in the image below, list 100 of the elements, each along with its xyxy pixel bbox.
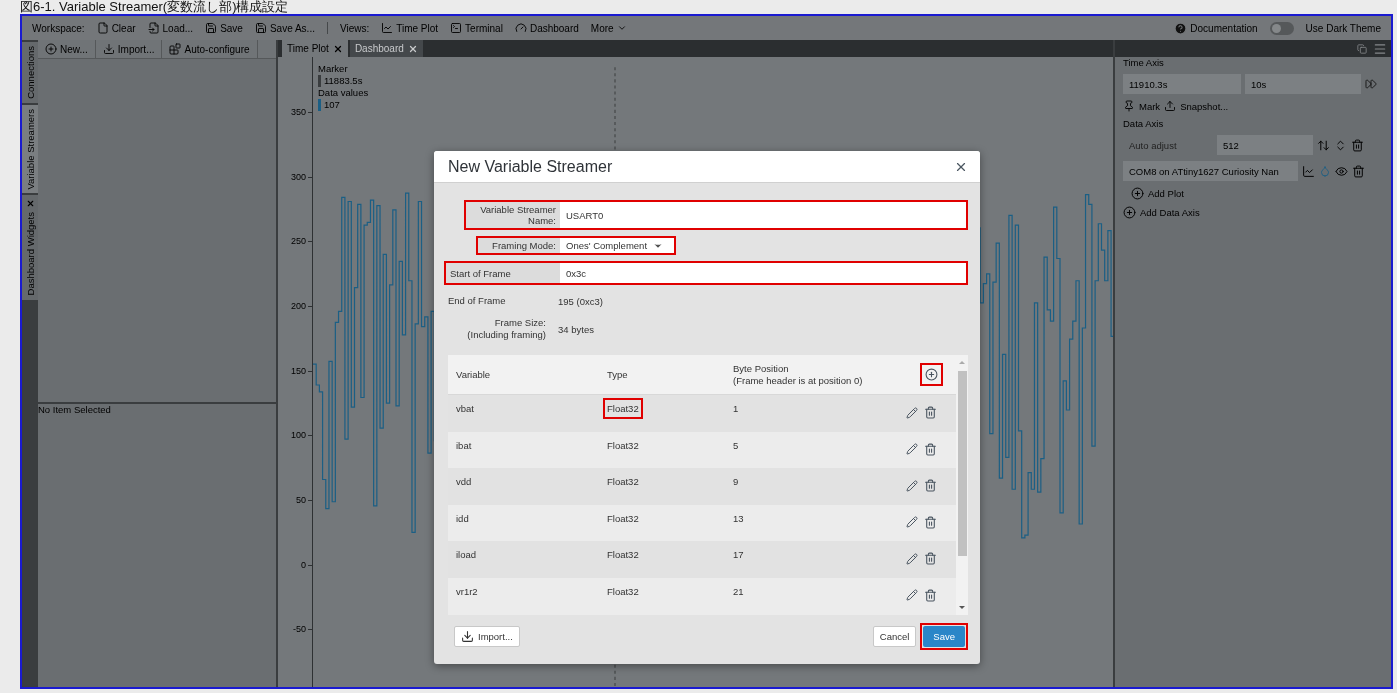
- menu-button[interactable]: Load...: [147, 22, 194, 34]
- close-icon[interactable]: [25, 199, 35, 209]
- table-cell-text: vr1r2: [456, 585, 479, 597]
- import-button[interactable]: Import...: [454, 626, 520, 647]
- toggle-label: Use Dark Theme: [1305, 22, 1381, 34]
- save-button[interactable]: Save: [923, 626, 965, 647]
- side-tab[interactable]: Dashboard Widgets: [22, 195, 38, 300]
- menu-button[interactable]: Terminal: [450, 22, 503, 34]
- file-icon: [96, 22, 109, 34]
- help-icon: [1174, 21, 1188, 35]
- trash-icon[interactable]: [924, 515, 937, 529]
- auto-adjust-field[interactable]: Auto adjust: [1123, 135, 1213, 155]
- add-variable-button[interactable]: [919, 363, 943, 386]
- add-icon: [924, 368, 938, 381]
- download-icon: [102, 43, 115, 55]
- axis-tick-label: 150: [278, 363, 312, 429]
- menu-button[interactable]: Dashboard: [514, 22, 579, 34]
- save-icon: [254, 22, 267, 34]
- table-cell-text: ibat: [456, 439, 473, 451]
- time-span-field[interactable]: 10s: [1245, 74, 1361, 94]
- trash-icon: [1352, 164, 1365, 178]
- axis-tick-label: 100: [278, 428, 312, 494]
- table-cell-text: Float32: [606, 511, 640, 526]
- table-row[interactable]: vbat Float32 1: [448, 395, 956, 432]
- edit-icon[interactable]: [906, 479, 918, 492]
- framing-mode-select[interactable]: Ones' Complement: [560, 238, 674, 253]
- pin-icon: [1123, 100, 1135, 112]
- close-icon[interactable]: [332, 43, 343, 54]
- table-row[interactable]: ibat Float32 5: [448, 431, 956, 469]
- table-row[interactable]: idd Float32 13: [448, 504, 956, 542]
- time-start-field[interactable]: 11910.3s: [1123, 74, 1241, 94]
- table-row[interactable]: iload Float32 17: [448, 541, 956, 578]
- trash-icon[interactable]: [924, 479, 937, 493]
- axis-tick-label: 300: [278, 169, 312, 235]
- load-icon: [147, 22, 160, 34]
- add-axis-button[interactable]: Add Data Axis: [1123, 206, 1200, 219]
- toolbar-button[interactable]: Auto-configure: [162, 40, 258, 58]
- table-cell-text: Float32: [606, 548, 640, 563]
- chart-icon: [1302, 164, 1315, 178]
- trash-icon[interactable]: [924, 442, 937, 456]
- table-cell-text: vdd: [456, 476, 473, 488]
- document-tab[interactable]: Time Plot: [282, 40, 348, 57]
- column-header: Byte Position (Frame header is at position 0): [733, 362, 864, 387]
- edit-icon[interactable]: [906, 552, 918, 565]
- snapshot-button[interactable]: Snapshot...: [1164, 100, 1229, 112]
- cancel-button[interactable]: Cancel: [872, 626, 917, 647]
- caret-icon: [616, 23, 627, 33]
- mark-button[interactable]: Mark: [1123, 100, 1161, 112]
- menu-icon[interactable]: [1373, 41, 1387, 56]
- theme-toggle[interactable]: [1269, 21, 1294, 35]
- menu-button[interactable]: Save As...: [254, 22, 315, 34]
- fast-forward-icon: [1365, 78, 1377, 90]
- edit-icon[interactable]: [906, 516, 918, 529]
- trash-icon[interactable]: [924, 588, 937, 602]
- save-icon: [205, 22, 218, 34]
- menu-button[interactable]: Save: [205, 22, 243, 34]
- axis-tick-label: 250: [278, 234, 312, 299]
- table-row[interactable]: vdd Float32 9: [448, 468, 956, 505]
- menu-button[interactable]: Clear: [96, 22, 136, 34]
- dialog-title: New Variable Streamer: [448, 157, 613, 176]
- start-of-frame-field[interactable]: 0x3c: [560, 263, 966, 283]
- source-select[interactable]: COM8 on ATtiny1627 Curiosity Nan: [1123, 161, 1298, 181]
- trash-icon[interactable]: [924, 406, 937, 419]
- close-icon[interactable]: [407, 43, 418, 54]
- table-cell: Float32: [603, 398, 643, 419]
- scrollbar-thumb[interactable]: [957, 371, 967, 556]
- name-field[interactable]: USART0: [560, 202, 966, 228]
- restore-icon[interactable]: [1357, 43, 1367, 54]
- more-menu[interactable]: More: [590, 22, 627, 34]
- toolbar-button[interactable]: New...: [38, 40, 96, 58]
- documentation-link[interactable]: Documentation: [1174, 21, 1258, 35]
- toolbar-button[interactable]: Import...: [95, 40, 163, 58]
- edit-icon[interactable]: [906, 589, 918, 602]
- trash-icon: [1351, 138, 1364, 152]
- side-tab[interactable]: Connections: [22, 42, 38, 103]
- field-label: Frame Size: (Including framing): [466, 317, 547, 341]
- section-title: Time Axis: [1123, 57, 1165, 68]
- side-tab[interactable]: Variable Streamers: [22, 104, 38, 194]
- axis-tick-label: 200: [278, 299, 312, 364]
- upload-icon: [1164, 100, 1177, 112]
- download-icon: [461, 630, 474, 643]
- figure-caption: 図6-1. Variable Streamer(変数流し部)構成設定: [19, 0, 290, 14]
- menu-label: Views:: [339, 22, 370, 34]
- terminal-icon: [450, 22, 463, 34]
- axis-tick-label: -50: [278, 622, 312, 688]
- axis-tick-label: 350: [278, 105, 312, 170]
- table-cell-text: Float32: [606, 584, 640, 599]
- document-tab[interactable]: Dashboard: [349, 40, 423, 57]
- field-value: 34 bytes: [558, 323, 594, 335]
- table-cell-text: 1: [733, 403, 740, 414]
- menu-button[interactable]: Time Plot: [381, 22, 439, 34]
- trash-icon[interactable]: [924, 552, 937, 566]
- add-plot-button[interactable]: Add Plot: [1123, 187, 1184, 200]
- legend-value: 107: [318, 99, 369, 111]
- edit-icon[interactable]: [906, 443, 918, 456]
- edit-icon[interactable]: [906, 406, 918, 419]
- range-field[interactable]: 512: [1217, 135, 1313, 155]
- add-icon: [1131, 187, 1144, 200]
- table-row[interactable]: vr1r2 Float32 21: [448, 577, 956, 615]
- table-cell-text: 17: [733, 549, 745, 561]
